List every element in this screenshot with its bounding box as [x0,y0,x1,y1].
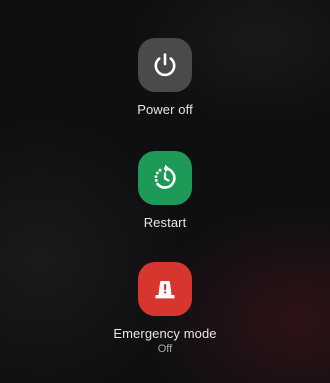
restart-button[interactable] [138,151,192,205]
restart-icon [154,164,176,189]
power-icon [154,53,176,77]
power-off-label: Power off [137,102,193,117]
power-off-button[interactable] [138,38,192,92]
restart-label: Restart [143,215,187,230]
emergency-mode-label: Emergency mode [113,326,217,341]
emergency-siren-icon [155,281,175,299]
restart-action[interactable]: Restart [0,151,330,230]
emergency-mode-status: Off [157,343,173,355]
emergency-mode-button[interactable] [138,262,192,316]
power-off-action[interactable]: Power off [0,38,330,117]
power-menu-screen: Power off Restart Emergency mode Off [0,0,330,383]
emergency-mode-action[interactable]: Emergency mode Off [0,262,330,356]
